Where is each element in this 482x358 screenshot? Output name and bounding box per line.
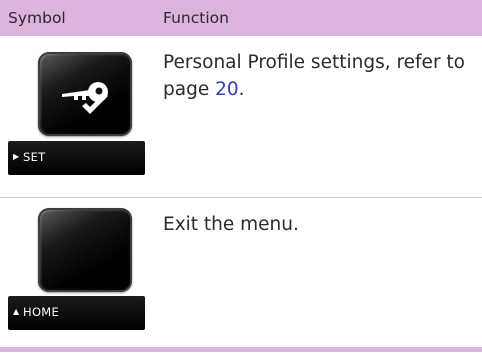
- up-triangle-icon: ▲: [13, 307, 20, 316]
- table-row: ▶ SET Personal Profile settings, refer t…: [0, 36, 482, 198]
- header-symbol: Symbol: [8, 9, 66, 27]
- right-triangle-icon: ▶: [13, 152, 20, 161]
- description-end: .: [238, 79, 245, 100]
- softkey-label: SET: [23, 150, 46, 164]
- page-reference-link[interactable]: 20: [215, 79, 239, 100]
- home-softkey: ▲ HOME: [8, 296, 145, 330]
- function-description: Personal Profile settings, refer to page…: [163, 49, 468, 103]
- function-description: Exit the menu.: [163, 214, 299, 235]
- home-button: [38, 208, 132, 292]
- profile-settings-button: [38, 52, 132, 136]
- key-check-icon: [62, 82, 108, 114]
- softkey-label: HOME: [23, 305, 60, 319]
- table-bottom-rule: [0, 347, 482, 352]
- table-row: ▲ HOME Exit the menu.: [0, 198, 482, 347]
- set-softkey: ▶ SET: [8, 141, 145, 175]
- table-header: Symbol Function: [0, 0, 482, 36]
- description-text: Personal Profile settings, refer to page: [163, 52, 465, 100]
- header-function: Function: [163, 9, 229, 27]
